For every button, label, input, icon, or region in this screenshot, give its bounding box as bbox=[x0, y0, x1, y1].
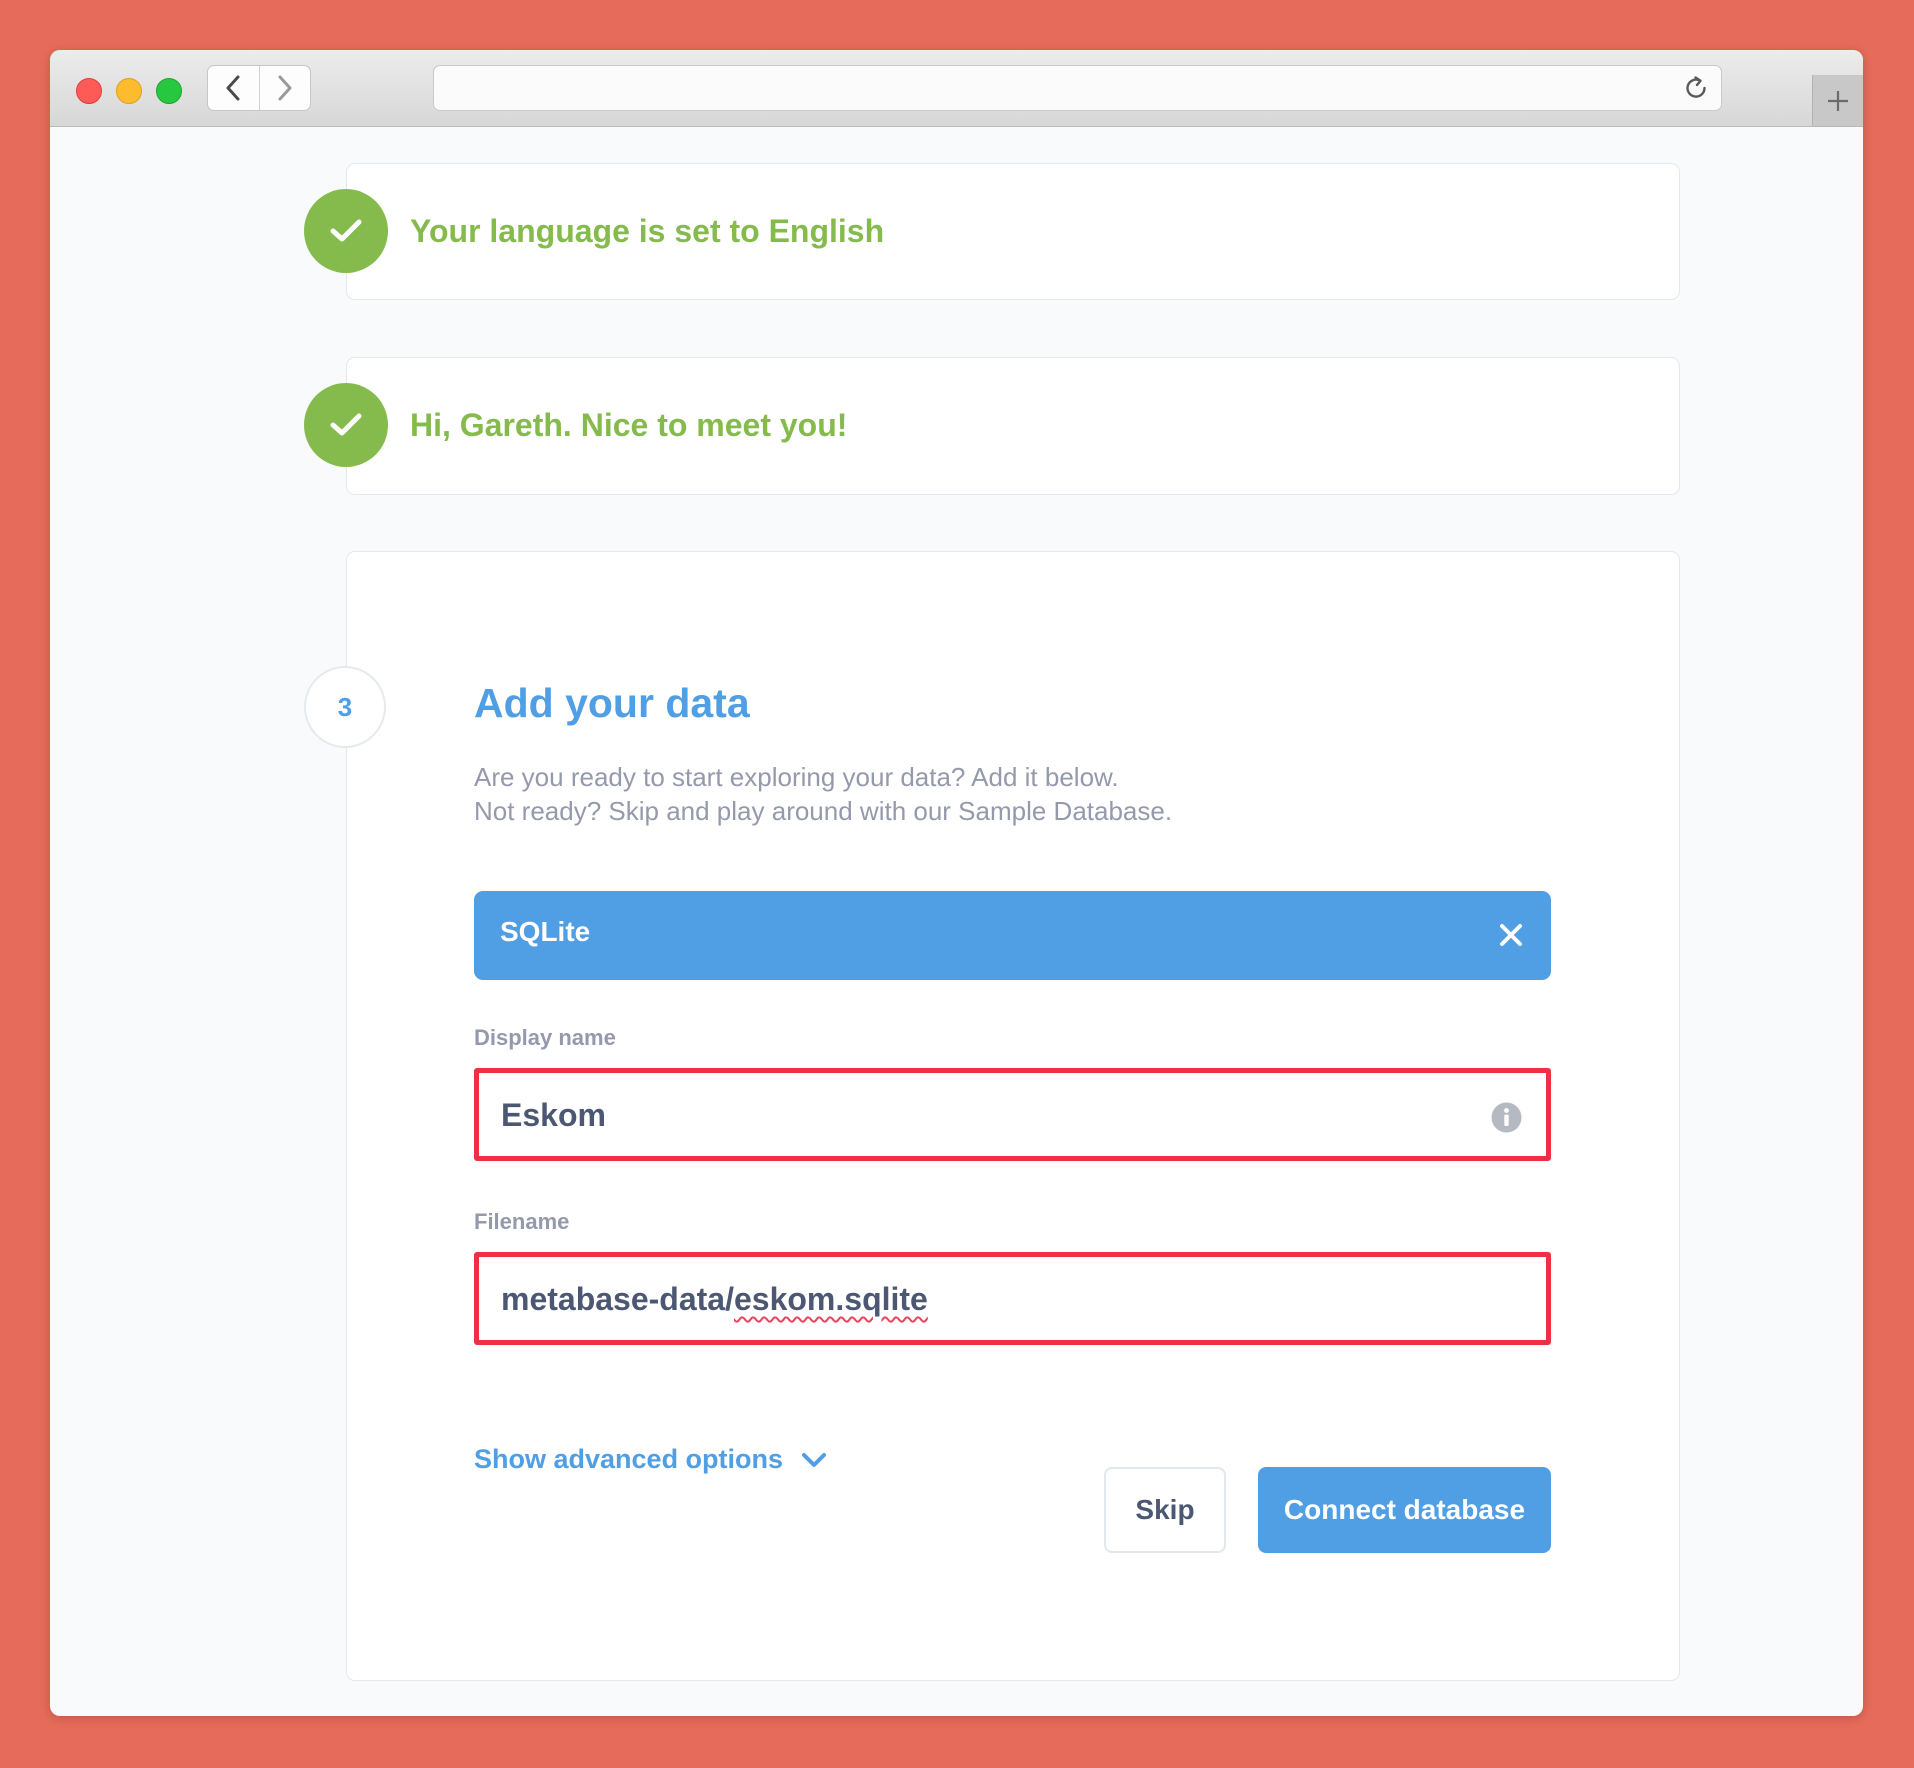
filename-input[interactable]: metabase-data/eskom.sqlite bbox=[501, 1277, 1401, 1321]
skip-button[interactable]: Skip bbox=[1104, 1467, 1226, 1553]
checkmark-icon bbox=[330, 219, 362, 242]
database-engine-name: SQLite bbox=[500, 916, 591, 947]
step-user-done-badge bbox=[304, 383, 388, 467]
navigation-buttons bbox=[207, 65, 311, 111]
display-name-input[interactable] bbox=[501, 1093, 1401, 1137]
filename-value-prefix: metabase-data/ bbox=[501, 1281, 734, 1317]
connect-database-button[interactable]: Connect database bbox=[1258, 1467, 1551, 1553]
step-user-text: Hi, Gareth. Nice to meet you! bbox=[410, 407, 848, 443]
close-icon[interactable] bbox=[1497, 921, 1525, 949]
show-advanced-options-link[interactable]: Show advanced options bbox=[474, 1444, 827, 1475]
display-name-field[interactable] bbox=[474, 1068, 1551, 1161]
database-engine-selected[interactable]: SQLite bbox=[474, 891, 1551, 980]
show-advanced-options-label: Show advanced options bbox=[474, 1444, 784, 1474]
step-language-text: Your language is set to English bbox=[410, 213, 885, 249]
reload-icon[interactable] bbox=[1683, 75, 1709, 101]
chevron-right-icon bbox=[278, 75, 292, 101]
filename-label: Filename bbox=[474, 1209, 570, 1234]
step-title: Add your data bbox=[474, 680, 750, 726]
display-name-label: Display name bbox=[474, 1025, 616, 1050]
filename-value-suffix: eskom.sqlite bbox=[733, 1281, 928, 1317]
address-bar[interactable] bbox=[433, 65, 1722, 111]
step-language-done-badge bbox=[304, 189, 388, 273]
step-description-line2: Not ready? Skip and play around with our… bbox=[474, 796, 1173, 826]
plus-icon bbox=[1828, 90, 1848, 111]
forward-button[interactable] bbox=[258, 66, 311, 110]
maximize-window-button[interactable] bbox=[156, 78, 182, 104]
browser-window: Your language is set to English Hi, Gare… bbox=[50, 50, 1863, 1716]
filename-field[interactable]: metabase-data/eskom.sqlite bbox=[474, 1252, 1551, 1345]
step-description-line1: Are you ready to start exploring your da… bbox=[474, 762, 1119, 792]
checkmark-icon bbox=[330, 413, 362, 436]
new-tab-button[interactable] bbox=[1812, 75, 1863, 126]
chevron-down-icon bbox=[802, 1452, 827, 1467]
minimize-window-button[interactable] bbox=[116, 78, 142, 104]
browser-toolbar bbox=[50, 50, 1863, 127]
chevron-left-icon bbox=[226, 75, 240, 101]
back-button[interactable] bbox=[208, 66, 259, 110]
close-window-button[interactable] bbox=[76, 78, 102, 104]
info-icon[interactable] bbox=[1491, 1102, 1522, 1133]
step-number-badge: 3 bbox=[304, 666, 386, 748]
